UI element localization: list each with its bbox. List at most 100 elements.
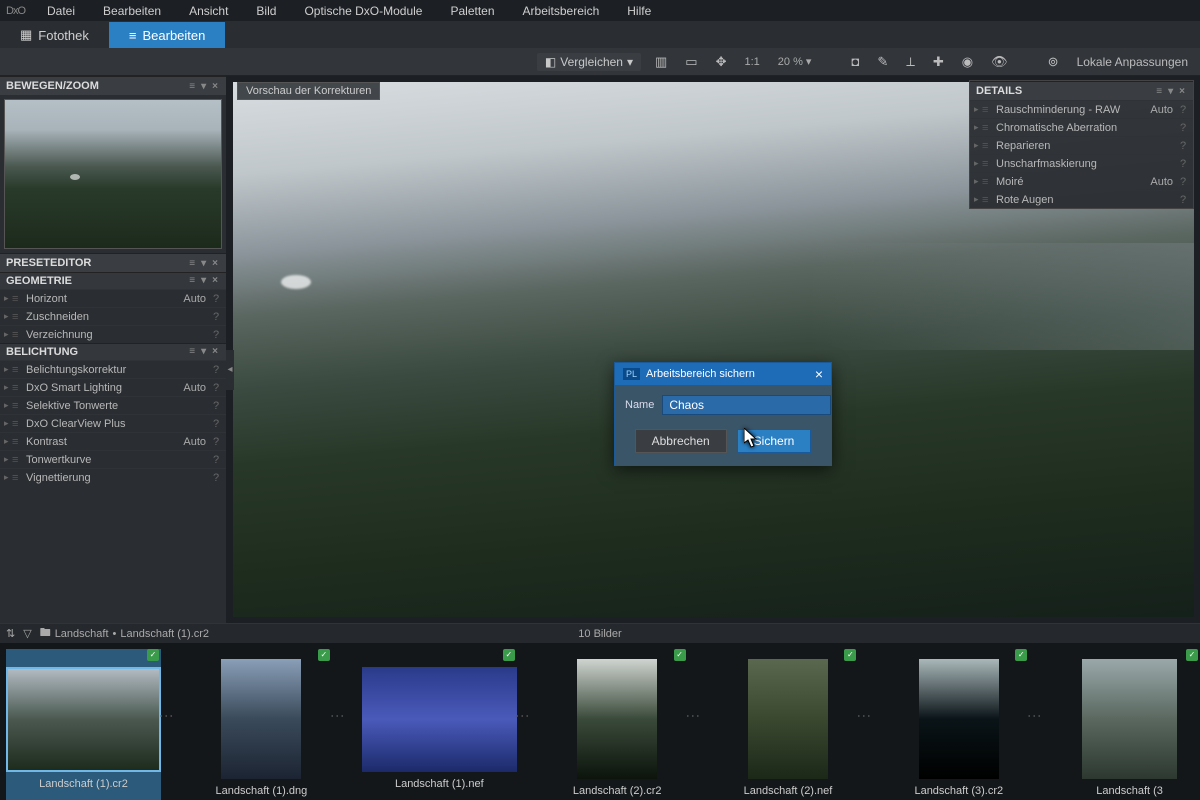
thumb-menu-icon[interactable]: ⋮ [686, 709, 702, 723]
thumbnail[interactable]: ✓ ⋮ Landschaft (2).nef [718, 649, 859, 800]
help-icon[interactable]: ? [210, 329, 222, 341]
panel-menu-icon[interactable]: ≡ [1154, 86, 1164, 97]
panel-menu-icon[interactable]: ≡ [187, 81, 197, 92]
eyedropper-icon[interactable]: ✎ [873, 52, 892, 72]
help-icon[interactable]: ? [1177, 104, 1189, 116]
row-repair[interactable]: ▸≡Reparieren? [970, 136, 1193, 154]
thumb-menu-icon[interactable]: ⋮ [856, 709, 872, 723]
tab-library[interactable]: ▦ Fotothek [0, 22, 109, 48]
thumbnail[interactable]: ✓ ⋮ Landschaft (1).cr2 [6, 649, 161, 800]
row-contrast[interactable]: ▸≡KontrastAuto? [0, 432, 226, 450]
row-unsharp-mask[interactable]: ▸≡Unscharfmaskierung? [970, 154, 1193, 172]
thumb-menu-icon[interactable]: ⋮ [1027, 709, 1043, 723]
panel-menu-icon[interactable]: ≡ [187, 258, 197, 269]
thumb-menu-icon[interactable]: ⋮ [515, 709, 531, 723]
help-icon[interactable]: ? [210, 436, 222, 448]
row-clearview[interactable]: ▸≡DxO ClearView Plus? [0, 414, 226, 432]
thumb-menu-icon[interactable]: ⋮ [159, 709, 175, 723]
save-button[interactable]: Sichern [737, 429, 812, 453]
row-crop[interactable]: ▸≡Zuschneiden? [0, 307, 226, 325]
repair-icon[interactable]: ✚ [929, 52, 948, 72]
thumb-menu-icon[interactable]: ⋮ [330, 709, 346, 723]
panel-collapse-icon[interactable]: ▾ [199, 81, 208, 92]
help-icon[interactable]: ? [210, 472, 222, 484]
menu-edit[interactable]: Bearbeiten [89, 4, 175, 18]
breadcrumb-folder[interactable]: Landschaft [55, 628, 109, 640]
panel-menu-icon[interactable]: ≡ [187, 275, 197, 287]
sort-icon[interactable]: ⇅ [6, 627, 15, 640]
crop-icon[interactable]: ◘ [847, 52, 863, 71]
row-red-eye[interactable]: ▸≡Rote Augen? [970, 190, 1193, 208]
thumbnail[interactable]: ✓ ⋮ Landschaft (1).dng [191, 649, 332, 800]
one-to-one-button[interactable]: 1:1 [741, 54, 764, 70]
filmstrip[interactable]: ✓ ⋮ Landschaft (1).cr2 ✓ ⋮ Landschaft (1… [0, 643, 1200, 800]
workspace-name-input[interactable] [662, 395, 831, 415]
local-adjust-button[interactable]: Lokale Anpassungen [1073, 53, 1192, 71]
zoom-dropdown[interactable]: 20 % ▾ [774, 53, 816, 70]
row-exposure-comp[interactable]: ▸≡Belichtungskorrektur? [0, 360, 226, 378]
thumbnail[interactable]: ✓ Landschaft (3 [1059, 649, 1200, 800]
dialog-close-button[interactable]: × [815, 367, 823, 381]
row-selective-tone[interactable]: ▸≡Selektive Tonwerte? [0, 396, 226, 414]
collapse-left-handle[interactable]: ◂ [226, 350, 234, 390]
help-icon[interactable]: ? [210, 418, 222, 430]
panel-collapse-icon[interactable]: ▾ [199, 258, 208, 269]
cancel-button[interactable]: Abbrechen [635, 429, 727, 453]
row-horizon[interactable]: ▸≡HorizontAuto? [0, 289, 226, 307]
panel-preset-editor-header[interactable]: PRESETEDITOR ≡ ▾ × [0, 253, 226, 272]
menu-optical-modules[interactable]: Optische DxO-Module [290, 4, 436, 18]
menu-workspace[interactable]: Arbeitsbereich [509, 4, 614, 18]
row-smart-lighting[interactable]: ▸≡DxO Smart LightingAuto? [0, 378, 226, 396]
red-eye-icon[interactable]: ◉ [958, 52, 977, 72]
preview-eye-icon[interactable]: 👁 [987, 52, 1012, 72]
image-viewer[interactable]: ◂ Vorschau der Korrekturen DETAILS ≡ ▾ ×… [227, 76, 1200, 623]
menu-file[interactable]: Datei [33, 4, 89, 18]
help-icon[interactable]: ? [1177, 140, 1189, 152]
menu-help[interactable]: Hilfe [613, 4, 665, 18]
help-icon[interactable]: ? [210, 311, 222, 323]
help-icon[interactable]: ? [1177, 194, 1189, 206]
help-icon[interactable]: ? [1177, 176, 1189, 188]
move-icon[interactable]: ✥ [712, 52, 731, 72]
panel-close-icon[interactable]: × [1177, 86, 1187, 97]
help-icon[interactable]: ? [210, 364, 222, 376]
menu-view[interactable]: Ansicht [175, 4, 242, 18]
filter-icon[interactable]: ▽ [23, 627, 31, 640]
split-view-icon[interactable]: ▥ [651, 52, 671, 72]
panel-close-icon[interactable]: × [210, 346, 220, 358]
menu-palettes[interactable]: Paletten [436, 4, 508, 18]
row-noise-reduction[interactable]: ▸≡Rauschminderung - RAWAuto? [970, 100, 1193, 118]
thumbnail[interactable]: ✓ ⋮ Landschaft (1).nef [362, 649, 517, 800]
fit-icon[interactable]: ▭ [681, 52, 701, 72]
panel-close-icon[interactable]: × [210, 275, 220, 287]
panel-collapse-icon[interactable]: ▾ [199, 275, 208, 287]
row-distortion[interactable]: ▸≡Verzeichnung? [0, 325, 226, 343]
panel-collapse-icon[interactable]: ▾ [1166, 86, 1175, 97]
panel-close-icon[interactable]: × [210, 81, 220, 92]
dialog-titlebar[interactable]: PLArbeitsbereich sichern × [615, 363, 831, 385]
thumbnail[interactable]: ✓ ⋮ Landschaft (3).cr2 [888, 649, 1029, 800]
horizon-icon[interactable]: ⟂ [902, 52, 919, 72]
help-icon[interactable]: ? [210, 293, 222, 305]
panel-menu-icon[interactable]: ≡ [187, 346, 197, 358]
section-geometry-header[interactable]: GEOMETRIE ≡ ▾ × [0, 272, 226, 289]
panel-collapse-icon[interactable]: ▾ [199, 346, 208, 358]
menu-image[interactable]: Bild [242, 4, 290, 18]
compare-button[interactable]: ◧ Vergleichen ▾ [537, 53, 641, 71]
panel-close-icon[interactable]: × [210, 258, 220, 269]
panel-move-zoom-header[interactable]: BEWEGEN/ZOOM ≡ ▾ × [0, 76, 226, 95]
row-vignetting[interactable]: ▸≡Vignettierung? [0, 468, 226, 486]
row-tone-curve[interactable]: ▸≡Tonwertkurve? [0, 450, 226, 468]
row-chromatic-aberration[interactable]: ▸≡Chromatische Aberration? [970, 118, 1193, 136]
help-icon[interactable]: ? [1177, 158, 1189, 170]
thumbnail[interactable]: ✓ ⋮ Landschaft (2).cr2 [547, 649, 688, 800]
tab-edit[interactable]: ≡ Bearbeiten [109, 22, 225, 48]
help-icon[interactable]: ? [210, 400, 222, 412]
row-moire[interactable]: ▸≡MoiréAuto? [970, 172, 1193, 190]
panel-details-header[interactable]: DETAILS ≡ ▾ × [970, 81, 1193, 100]
help-icon[interactable]: ? [210, 454, 222, 466]
section-exposure-header[interactable]: BELICHTUNG ≡ ▾ × [0, 343, 226, 360]
help-icon[interactable]: ? [1177, 122, 1189, 134]
navigator-thumbnail[interactable] [4, 99, 222, 249]
help-icon[interactable]: ? [210, 382, 222, 394]
